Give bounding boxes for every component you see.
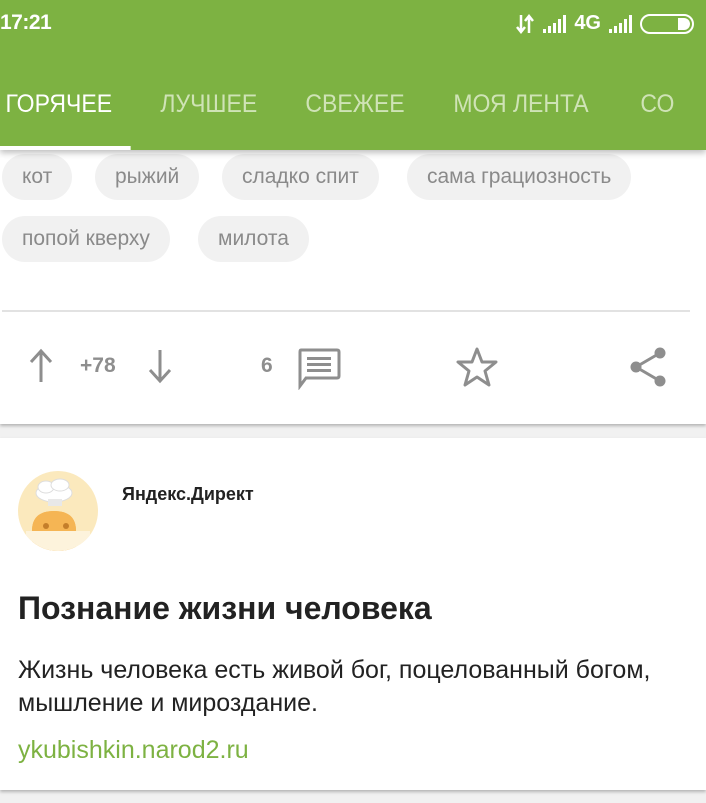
post-actions: +78 6 bbox=[0, 340, 706, 390]
tag[interactable]: сама грациозность bbox=[407, 154, 632, 200]
signal-icon-2 bbox=[609, 14, 632, 33]
app-header: 17:21 4G ГОРЯЧЕЕ ЛУЧШЕЕ СВЕЖЕЕ МОЯ ЛЕНТА… bbox=[0, 0, 706, 150]
tab-bar: ГОРЯЧЕЕ ЛУЧШЕЕ СВЕЖЕЕ МОЯ ЛЕНТА СО bbox=[0, 86, 699, 150]
chef-bun-icon bbox=[26, 478, 90, 551]
share-icon[interactable] bbox=[627, 346, 669, 388]
tab-hot[interactable]: ГОРЯЧЕЕ bbox=[0, 86, 131, 150]
downvote-icon[interactable] bbox=[147, 348, 173, 384]
ad-source: Яндекс.Директ bbox=[122, 484, 254, 504]
tab-my-feed[interactable]: МОЯ ЛЕНТА bbox=[435, 86, 607, 150]
status-icons: 4G bbox=[515, 12, 694, 35]
upvote-icon[interactable] bbox=[28, 348, 54, 384]
post-card: кот рыжий сладко спит сама грациозность … bbox=[0, 150, 706, 424]
rating-value: +78 bbox=[80, 354, 116, 377]
tag[interactable]: рыжий bbox=[95, 154, 200, 200]
ad-title[interactable]: Познание жизни человека bbox=[18, 590, 432, 627]
comments-icon[interactable] bbox=[297, 348, 341, 390]
network-type: 4G bbox=[574, 12, 601, 34]
tag[interactable]: кот bbox=[2, 154, 73, 200]
tab-fresh[interactable]: СВЕЖЕЕ bbox=[287, 86, 423, 150]
data-transfer-icon bbox=[516, 13, 535, 34]
tag[interactable]: попой кверху bbox=[2, 216, 170, 262]
tag[interactable]: милота bbox=[198, 216, 309, 262]
signal-icon bbox=[543, 14, 567, 33]
tab-communities[interactable]: СО bbox=[622, 86, 693, 150]
divider bbox=[2, 310, 690, 312]
advertiser-avatar bbox=[18, 471, 98, 551]
ad-link[interactable]: ykubishkin.narod2.ru bbox=[18, 736, 249, 765]
status-time: 17:21 bbox=[0, 11, 52, 34]
favorite-star-icon[interactable] bbox=[455, 346, 499, 388]
status-bar: 17:21 4G bbox=[0, 0, 706, 50]
tag[interactable]: сладко спит bbox=[222, 154, 379, 200]
tab-best[interactable]: ЛУЧШЕЕ bbox=[142, 86, 276, 150]
ad-card[interactable]: Яндекс.Директ Познание жизни человека Жи… bbox=[0, 438, 706, 790]
ad-text: Жизнь человека есть живой бог, поцелован… bbox=[18, 656, 651, 717]
battery-icon bbox=[640, 13, 694, 34]
comments-count: 6 bbox=[261, 354, 273, 377]
